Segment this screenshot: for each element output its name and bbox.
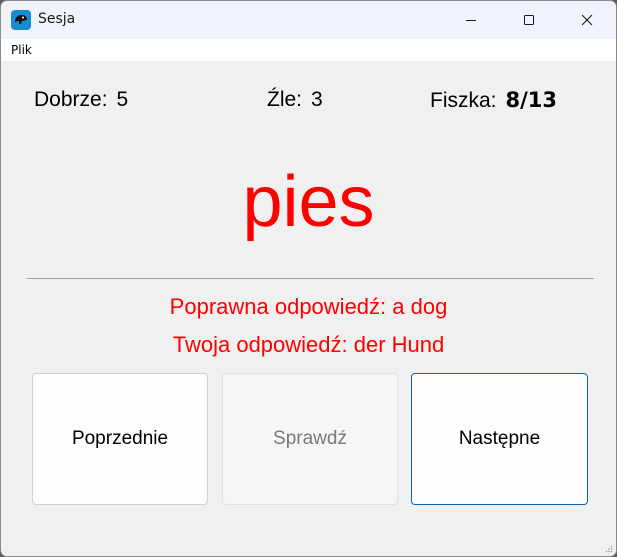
- correct-count-value: 5: [116, 88, 129, 111]
- close-button[interactable]: [562, 1, 612, 39]
- correct-count: Dobrze: 5: [34, 88, 128, 112]
- minimize-icon: [466, 20, 476, 21]
- wrong-count-value: 3: [311, 88, 323, 111]
- window-title: Sesja: [38, 11, 76, 27]
- previous-button[interactable]: Poprzednie: [32, 373, 208, 505]
- maximize-icon: [524, 15, 534, 25]
- correct-answer-text: Poprawna odpowiedź: a dog: [169, 294, 448, 319]
- next-button[interactable]: Następne: [411, 373, 588, 505]
- card-progress: Fiszka: 8/13: [430, 88, 557, 113]
- check-button[interactable]: Sprawdź: [222, 373, 398, 505]
- menu-bar: Plik: [1, 39, 616, 61]
- title-bar: Sesja: [1, 1, 616, 39]
- flashcard-word: pies: [242, 162, 375, 242]
- wrong-count: Źle: 3: [267, 88, 323, 112]
- your-answer-text: Twoja odpowiedź: der Hund: [172, 332, 445, 357]
- maximize-button[interactable]: [504, 1, 554, 39]
- minimize-button[interactable]: [446, 1, 496, 39]
- session-window: Sesja Plik Dobrze: 5 Źle: 3 Fiszka: 8/13 pi…: [0, 0, 617, 557]
- divider: [27, 278, 594, 279]
- resize-grip-icon[interactable]: [605, 545, 613, 553]
- card-progress-label: Fiszka:: [430, 89, 497, 112]
- correct-count-label: Dobrze:: [34, 88, 108, 111]
- menu-file[interactable]: Plik: [11, 43, 32, 57]
- app-icon: [11, 10, 31, 30]
- close-icon: [581, 14, 593, 26]
- wrong-count-label: Źle:: [267, 88, 303, 111]
- card-progress-value: 8/13: [505, 88, 558, 112]
